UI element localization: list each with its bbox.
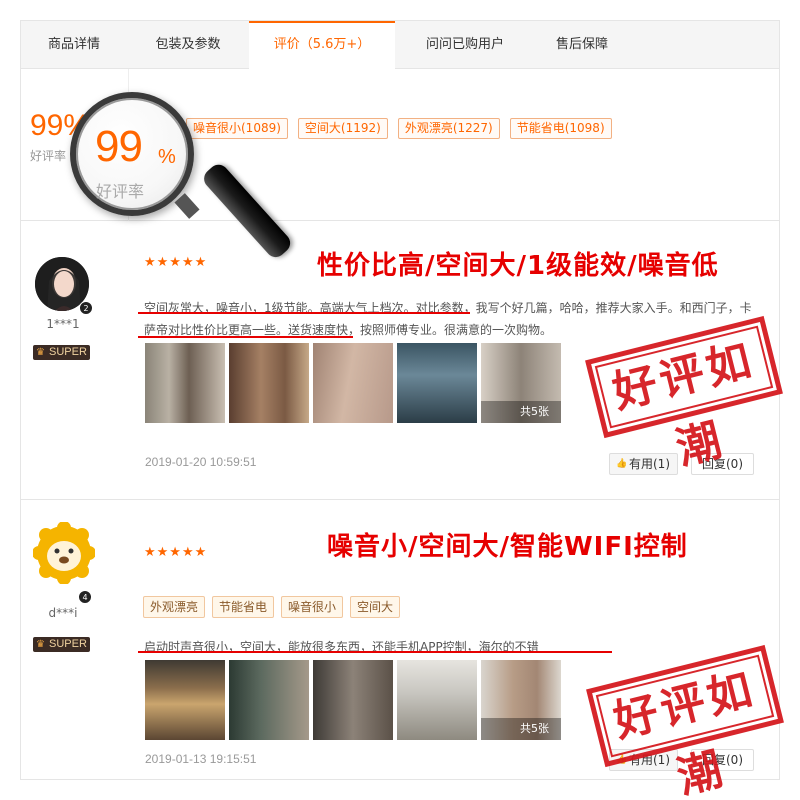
review-photo[interactable] (145, 343, 225, 423)
user-level-badge: 2 (79, 301, 93, 315)
magnified-rate-percent: % (158, 146, 176, 168)
review-date: 2019-01-13 19:15:51 (145, 752, 257, 766)
summary-tag[interactable]: 空间大(1192) (297, 118, 388, 139)
review-tag-list: 外观漂亮 节能省电 噪音很小 空间大 (143, 596, 401, 618)
tab-product-details[interactable]: 商品详情 (21, 21, 127, 69)
username: d***i (48, 606, 78, 620)
summary-tag[interactable]: 外观漂亮(1227) (397, 118, 500, 139)
positive-rate-label: 好评率 (30, 149, 67, 163)
review-photo[interactable] (397, 343, 477, 423)
tab-reviews[interactable]: 评价（5.6万+） (249, 21, 395, 70)
review-photo[interactable]: 共5张 (481, 660, 561, 740)
lion-avatar-icon (32, 521, 96, 585)
review-photo[interactable] (229, 343, 309, 423)
review-photo[interactable]: 共5张 (481, 343, 561, 423)
avatar[interactable] (32, 521, 96, 585)
review-text: 启动时声音很小，空间大，能放很多东西，还能手机APP控制，海尔的不错 (144, 640, 539, 654)
tab-ask-buyers[interactable]: 问问已购用户 (395, 21, 535, 69)
review-photo-list: 共5张 (145, 343, 561, 423)
text-underline (138, 336, 353, 338)
review-headline-overlay: 噪音小/空间大/智能WIFI控制 (327, 532, 688, 562)
photo-count-label: 共5张 (481, 718, 561, 740)
star-rating: ★★★★★ (144, 255, 208, 270)
review-photo[interactable] (313, 660, 393, 740)
super-member-badge: SUPER (33, 345, 90, 360)
review-tag: 节能省电 (212, 596, 275, 618)
tab-packaging-specs[interactable]: 包装及参数 (127, 21, 249, 69)
review-photo[interactable] (229, 660, 309, 740)
review-photo[interactable] (397, 660, 477, 740)
summary-tag-list: 噪音很小(1089) 空间大(1192) 外观漂亮(1227) 节能省电(109… (186, 118, 612, 139)
review-tag: 噪音很小 (281, 596, 344, 618)
helpful-button[interactable]: 有用(1) (609, 453, 678, 475)
username: 1***1 (46, 317, 80, 331)
photo-count-label: 共5张 (481, 401, 561, 423)
text-underline (138, 651, 612, 653)
text-underline (138, 312, 470, 314)
review-tag: 外观漂亮 (143, 596, 206, 618)
summary-tag[interactable]: 噪音很小(1089) (186, 118, 288, 139)
summary-tag[interactable]: 节能省电(1098) (509, 118, 612, 139)
super-member-badge: SUPER (33, 637, 90, 652)
review-photo[interactable] (313, 343, 393, 423)
review-tag: 空间大 (350, 596, 401, 618)
magnified-rate-value: 99 (95, 122, 143, 171)
magnified-rate-label: 好评率 (96, 182, 145, 201)
star-rating: ★★★★★ (144, 545, 208, 560)
tab-bar: 商品详情 包装及参数 评价（5.6万+） 问问已购用户 售后保障 (21, 21, 779, 70)
review-photo[interactable] (145, 660, 225, 740)
review-text: 空间灰常大，噪音小，1级节能。高端大气上档次。对比参数，我写个好几篇，哈哈，推荐… (144, 301, 752, 337)
user-level-badge: 4 (78, 590, 92, 604)
review-date: 2019-01-20 10:59:51 (145, 455, 257, 469)
tab-after-sales[interactable]: 售后保障 (535, 21, 629, 69)
review-photo-list: 共5张 (145, 660, 561, 740)
review-headline-overlay: 性价比高/空间大/1级能效/噪音低 (317, 251, 719, 281)
